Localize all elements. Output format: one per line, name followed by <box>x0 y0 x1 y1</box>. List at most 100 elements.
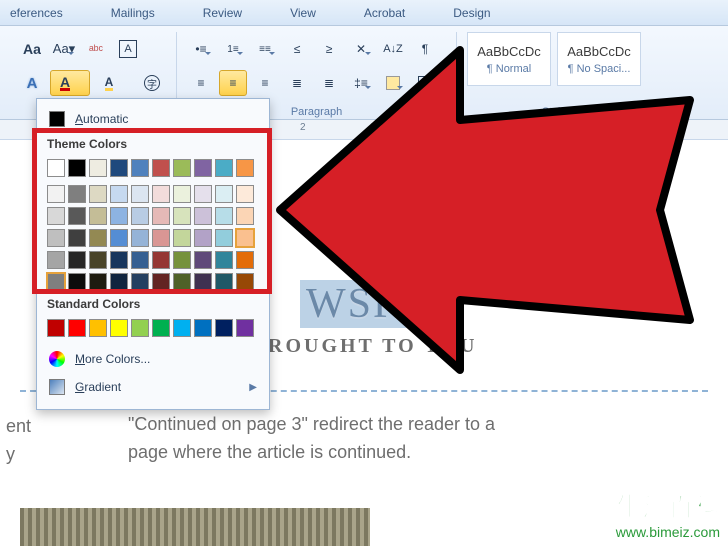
justify-button[interactable]: ≣ <box>283 70 311 96</box>
color-swatch[interactable] <box>215 273 233 291</box>
color-swatch[interactable] <box>89 159 107 177</box>
color-swatch[interactable] <box>110 251 128 269</box>
show-hide-button[interactable]: ¶ <box>411 36 439 62</box>
color-swatch[interactable] <box>236 159 254 177</box>
color-swatch[interactable] <box>173 229 191 247</box>
color-swatch[interactable] <box>89 185 107 203</box>
more-colors-item[interactable]: More Colors... <box>45 345 261 373</box>
color-swatch[interactable] <box>47 159 65 177</box>
color-swatch[interactable] <box>173 159 191 177</box>
color-swatch[interactable] <box>152 273 170 291</box>
distributed-button[interactable]: ≣ <box>315 70 343 96</box>
color-swatch[interactable] <box>89 229 107 247</box>
color-swatch[interactable] <box>194 185 212 203</box>
style-no-spacing[interactable]: AaBbCcDc ¶ No Spaci... <box>557 32 641 86</box>
tab-view[interactable]: View <box>290 6 316 20</box>
borders-button[interactable] <box>411 70 439 96</box>
color-swatch[interactable] <box>215 229 233 247</box>
align-left-button[interactable]: ≡ <box>187 70 215 96</box>
text-effects-button[interactable]: A <box>18 70 46 96</box>
color-swatch[interactable] <box>194 159 212 177</box>
tab-design[interactable]: Design <box>453 6 490 20</box>
color-automatic[interactable]: Automatic <box>45 105 261 133</box>
color-swatch[interactable] <box>89 251 107 269</box>
numbering-button[interactable]: 1≡ <box>219 36 247 62</box>
color-swatch[interactable] <box>110 207 128 225</box>
tab-acrobat[interactable]: Acrobat <box>364 6 405 20</box>
color-swatch[interactable] <box>110 185 128 203</box>
change-case-button[interactable]: Aa▾ <box>50 36 78 62</box>
sort-button[interactable]: A↓Z <box>379 36 407 62</box>
shading-button[interactable] <box>379 70 407 96</box>
color-swatch[interactable] <box>68 185 86 203</box>
align-right-button[interactable]: ≡ <box>251 70 279 96</box>
color-swatch[interactable] <box>110 319 128 337</box>
color-swatch[interactable] <box>236 207 254 225</box>
grow-font-button[interactable]: Aa <box>18 36 46 62</box>
color-swatch[interactable] <box>215 159 233 177</box>
color-swatch[interactable] <box>173 251 191 269</box>
increase-indent-button[interactable]: ≥ <box>315 36 343 62</box>
color-swatch[interactable] <box>173 185 191 203</box>
color-swatch[interactable] <box>236 273 254 291</box>
color-swatch[interactable] <box>194 251 212 269</box>
color-swatch[interactable] <box>47 185 65 203</box>
tab-mailings[interactable]: Mailings <box>111 6 155 20</box>
color-swatch[interactable] <box>194 319 212 337</box>
color-swatch[interactable] <box>152 319 170 337</box>
color-swatch[interactable] <box>173 319 191 337</box>
color-swatch[interactable] <box>131 159 149 177</box>
color-swatch[interactable] <box>194 207 212 225</box>
color-swatch[interactable] <box>173 207 191 225</box>
color-swatch[interactable] <box>68 251 86 269</box>
color-swatch[interactable] <box>215 251 233 269</box>
color-swatch[interactable] <box>236 185 254 203</box>
color-swatch[interactable] <box>68 319 86 337</box>
color-swatch[interactable] <box>215 319 233 337</box>
color-swatch[interactable] <box>110 229 128 247</box>
color-swatch[interactable] <box>215 185 233 203</box>
tab-review[interactable]: Review <box>203 6 242 20</box>
color-swatch[interactable] <box>236 319 254 337</box>
color-swatch[interactable] <box>131 319 149 337</box>
color-swatch[interactable] <box>131 251 149 269</box>
color-swatch[interactable] <box>152 207 170 225</box>
asian-layout-button[interactable]: ✕ <box>347 36 375 62</box>
color-swatch[interactable] <box>68 229 86 247</box>
multilevel-list-button[interactable]: ≡≡ <box>251 36 279 62</box>
font-color-button[interactable]: A <box>50 70 90 96</box>
color-swatch[interactable] <box>152 229 170 247</box>
bullets-button[interactable]: •≡ <box>187 36 215 62</box>
decrease-indent-button[interactable]: ≤ <box>283 36 311 62</box>
color-swatch[interactable] <box>131 229 149 247</box>
color-swatch[interactable] <box>152 185 170 203</box>
line-spacing-button[interactable]: ‡≡ <box>347 70 375 96</box>
tab-references[interactable]: eferences <box>10 6 63 20</box>
color-swatch[interactable] <box>131 273 149 291</box>
color-swatch[interactable] <box>110 273 128 291</box>
color-swatch[interactable] <box>131 185 149 203</box>
color-swatch[interactable] <box>236 229 254 247</box>
color-swatch[interactable] <box>194 273 212 291</box>
color-swatch[interactable] <box>47 273 65 291</box>
highlight-button[interactable]: A <box>94 70 134 96</box>
align-center-button[interactable]: ≡ <box>219 70 247 96</box>
color-swatch[interactable] <box>89 207 107 225</box>
color-swatch[interactable] <box>89 273 107 291</box>
color-swatch[interactable] <box>68 207 86 225</box>
color-swatch[interactable] <box>47 229 65 247</box>
color-swatch[interactable] <box>152 159 170 177</box>
color-swatch[interactable] <box>236 251 254 269</box>
gradient-item[interactable]: Gradient ▶ <box>45 373 261 401</box>
color-swatch[interactable] <box>194 229 212 247</box>
color-swatch[interactable] <box>47 319 65 337</box>
enclose-characters-button[interactable]: 字 <box>138 70 166 96</box>
color-swatch[interactable] <box>131 207 149 225</box>
color-swatch[interactable] <box>47 251 65 269</box>
color-swatch[interactable] <box>152 251 170 269</box>
color-swatch[interactable] <box>173 273 191 291</box>
color-swatch[interactable] <box>68 159 86 177</box>
color-swatch[interactable] <box>68 273 86 291</box>
color-swatch[interactable] <box>89 319 107 337</box>
clear-formatting-button[interactable]: ᵃᵇᶜ <box>82 36 110 62</box>
